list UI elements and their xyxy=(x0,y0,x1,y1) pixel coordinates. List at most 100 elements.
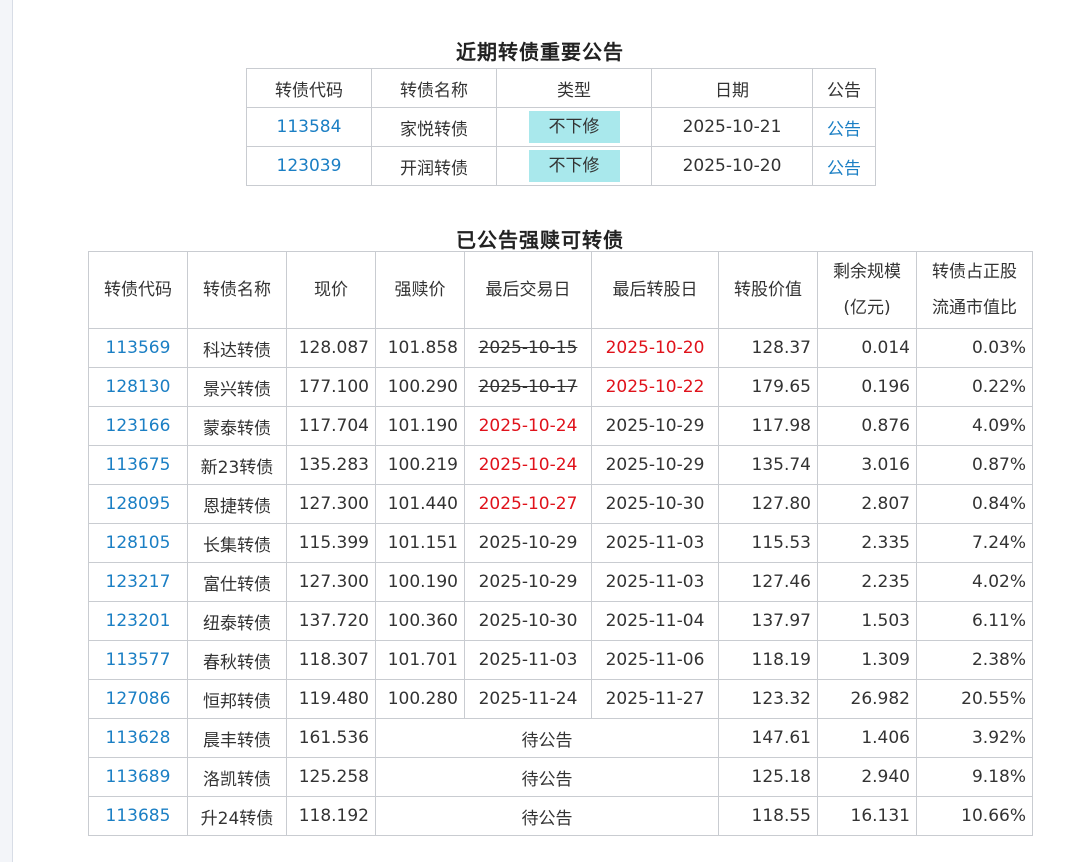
pending-cell: 待公告 xyxy=(375,796,719,836)
last-convert-cell: 2025-10-20 xyxy=(591,328,719,368)
bond-name-cell: 升24转债 xyxy=(187,796,287,836)
last-convert-cell: 2025-11-04 xyxy=(591,601,719,641)
ratio-cell: 4.02% xyxy=(916,562,1033,602)
date-cell: 2025-10-21 xyxy=(651,107,813,147)
bond-name-cell: 恒邦转债 xyxy=(187,679,287,719)
code-cell: 128095 xyxy=(88,484,188,524)
last-trade-cell: 2025-11-24 xyxy=(464,679,592,719)
bond-code-link[interactable]: 113584 xyxy=(277,117,342,137)
redemption-row: 113685 升24转债 118.192 待公告 118.55 16.131 10.66% xyxy=(88,796,1033,836)
ratio-cell: 20.55% xyxy=(916,679,1033,719)
bond-code-link[interactable]: 113685 xyxy=(106,806,171,826)
conv-value-cell: 127.80 xyxy=(718,484,818,524)
last-convert-cell: 2025-11-03 xyxy=(591,562,719,602)
redemption-row: 128105 长集转债 115.399 101.151 2025-10-29 2025-1… xyxy=(88,523,1033,563)
redemption-row: 113577 春秋转债 118.307 101.701 2025-11-03 2025-1… xyxy=(88,640,1033,680)
header-type: 类型 xyxy=(496,68,652,108)
conv-value-cell: 118.19 xyxy=(718,640,818,680)
last-trade-cell: 2025-10-24 xyxy=(464,445,592,485)
code-cell: 128105 xyxy=(88,523,188,563)
last-convert-cell: 2025-10-29 xyxy=(591,445,719,485)
price-cell: 137.720 xyxy=(286,601,376,641)
remain-cell: 1.503 xyxy=(817,601,917,641)
last-convert-cell: 2025-10-30 xyxy=(591,484,719,524)
bond-name-cell: 家悦转债 xyxy=(371,107,497,147)
ratio-cell: 0.84% xyxy=(916,484,1033,524)
bond-code-link[interactable]: 128095 xyxy=(106,494,171,514)
remain-cell: 0.014 xyxy=(817,328,917,368)
redeem-price-cell: 100.190 xyxy=(375,562,465,602)
bond-code-link[interactable]: 113628 xyxy=(106,728,171,748)
ratio-cell: 0.03% xyxy=(916,328,1033,368)
code-cell: 123201 xyxy=(88,601,188,641)
ratio-cell: 6.11% xyxy=(916,601,1033,641)
price-cell: 127.300 xyxy=(286,484,376,524)
bond-code-link[interactable]: 123217 xyxy=(106,572,171,592)
bond-code-link[interactable]: 113675 xyxy=(106,455,171,475)
col-price-header: 现价 xyxy=(286,251,376,329)
notice-link[interactable]: 公告 xyxy=(827,120,861,140)
redeem-price-cell: 100.280 xyxy=(375,679,465,719)
redemption-row: 127086 恒邦转债 119.480 100.280 2025-11-24 2025-1… xyxy=(88,679,1033,719)
last-trade-cell: 2025-10-29 xyxy=(464,562,592,602)
bond-code-link[interactable]: 128130 xyxy=(106,377,171,397)
type-cell: 不下修 xyxy=(496,107,652,147)
bond-name-cell: 恩捷转债 xyxy=(187,484,287,524)
last-trade-cell: 2025-10-15 xyxy=(464,328,592,368)
type-badge: 不下修 xyxy=(528,111,620,143)
code-cell: 113577 xyxy=(88,640,188,680)
remain-cell: 1.309 xyxy=(817,640,917,680)
redeem-price-cell: 101.701 xyxy=(375,640,465,680)
conv-value-cell: 128.37 xyxy=(718,328,818,368)
date-cell: 2025-10-20 xyxy=(651,146,813,186)
redeem-price-cell: 100.360 xyxy=(375,601,465,641)
bond-code-link[interactable]: 113577 xyxy=(106,650,171,670)
col-ratio-header-line1: 转债占正股 xyxy=(932,262,1017,282)
notice-link[interactable]: 公告 xyxy=(827,159,861,179)
price-cell: 115.399 xyxy=(286,523,376,563)
code-cell: 128130 xyxy=(88,367,188,407)
bond-code-link[interactable]: 123201 xyxy=(106,611,171,631)
remain-cell: 0.876 xyxy=(817,406,917,446)
last-convert-cell: 2025-10-29 xyxy=(591,406,719,446)
code-cell: 113584 xyxy=(246,107,372,147)
pending-cell: 待公告 xyxy=(375,757,719,797)
redemption-row: 113628 晨丰转债 161.536 待公告 147.61 1.406 3.92% xyxy=(88,718,1033,758)
bond-name-cell: 长集转债 xyxy=(187,523,287,563)
bond-code-link[interactable]: 128105 xyxy=(106,533,171,553)
last-convert-cell: 2025-11-06 xyxy=(591,640,719,680)
redeem-price-cell: 100.219 xyxy=(375,445,465,485)
announcement-row: 113584 家悦转债 不下修 2025-10-21 公告 xyxy=(246,107,876,147)
conv-value-cell: 135.74 xyxy=(718,445,818,485)
bond-name-cell: 科达转债 xyxy=(187,328,287,368)
bond-code-link[interactable]: 123039 xyxy=(277,156,342,176)
bond-code-link[interactable]: 113569 xyxy=(106,338,171,358)
redeem-price-cell: 101.440 xyxy=(375,484,465,524)
last-convert-cell: 2025-10-22 xyxy=(591,367,719,407)
col-name-header: 转债名称 xyxy=(187,251,287,329)
redeem-price-cell: 101.858 xyxy=(375,328,465,368)
header-name: 转债名称 xyxy=(371,68,497,108)
last-trade-cell: 2025-10-29 xyxy=(464,523,592,563)
conv-value-cell: 137.97 xyxy=(718,601,818,641)
redeem-price-cell: 101.190 xyxy=(375,406,465,446)
ratio-cell: 3.92% xyxy=(916,718,1033,758)
bond-code-link[interactable]: 123166 xyxy=(106,416,171,436)
price-cell: 125.258 xyxy=(286,757,376,797)
remain-cell: 16.131 xyxy=(817,796,917,836)
redemption-row: 123166 蒙泰转债 117.704 101.190 2025-10-24 2025-1… xyxy=(88,406,1033,446)
redemption-row: 113675 新23转债 135.283 100.219 2025-10-24 2025-… xyxy=(88,445,1033,485)
ratio-cell: 4.09% xyxy=(916,406,1033,446)
conv-value-cell: 179.65 xyxy=(718,367,818,407)
remain-cell: 3.016 xyxy=(817,445,917,485)
col-code-header: 转债代码 xyxy=(88,251,188,329)
remain-cell: 2.940 xyxy=(817,757,917,797)
conv-value-cell: 127.46 xyxy=(718,562,818,602)
bond-name-cell: 富仕转债 xyxy=(187,562,287,602)
bond-name-cell: 新23转债 xyxy=(187,445,287,485)
bond-code-link[interactable]: 113689 xyxy=(106,767,171,787)
bond-code-link[interactable]: 127086 xyxy=(106,689,171,709)
last-convert-cell: 2025-11-03 xyxy=(591,523,719,563)
type-badge: 不下修 xyxy=(528,150,620,182)
code-cell: 113569 xyxy=(88,328,188,368)
